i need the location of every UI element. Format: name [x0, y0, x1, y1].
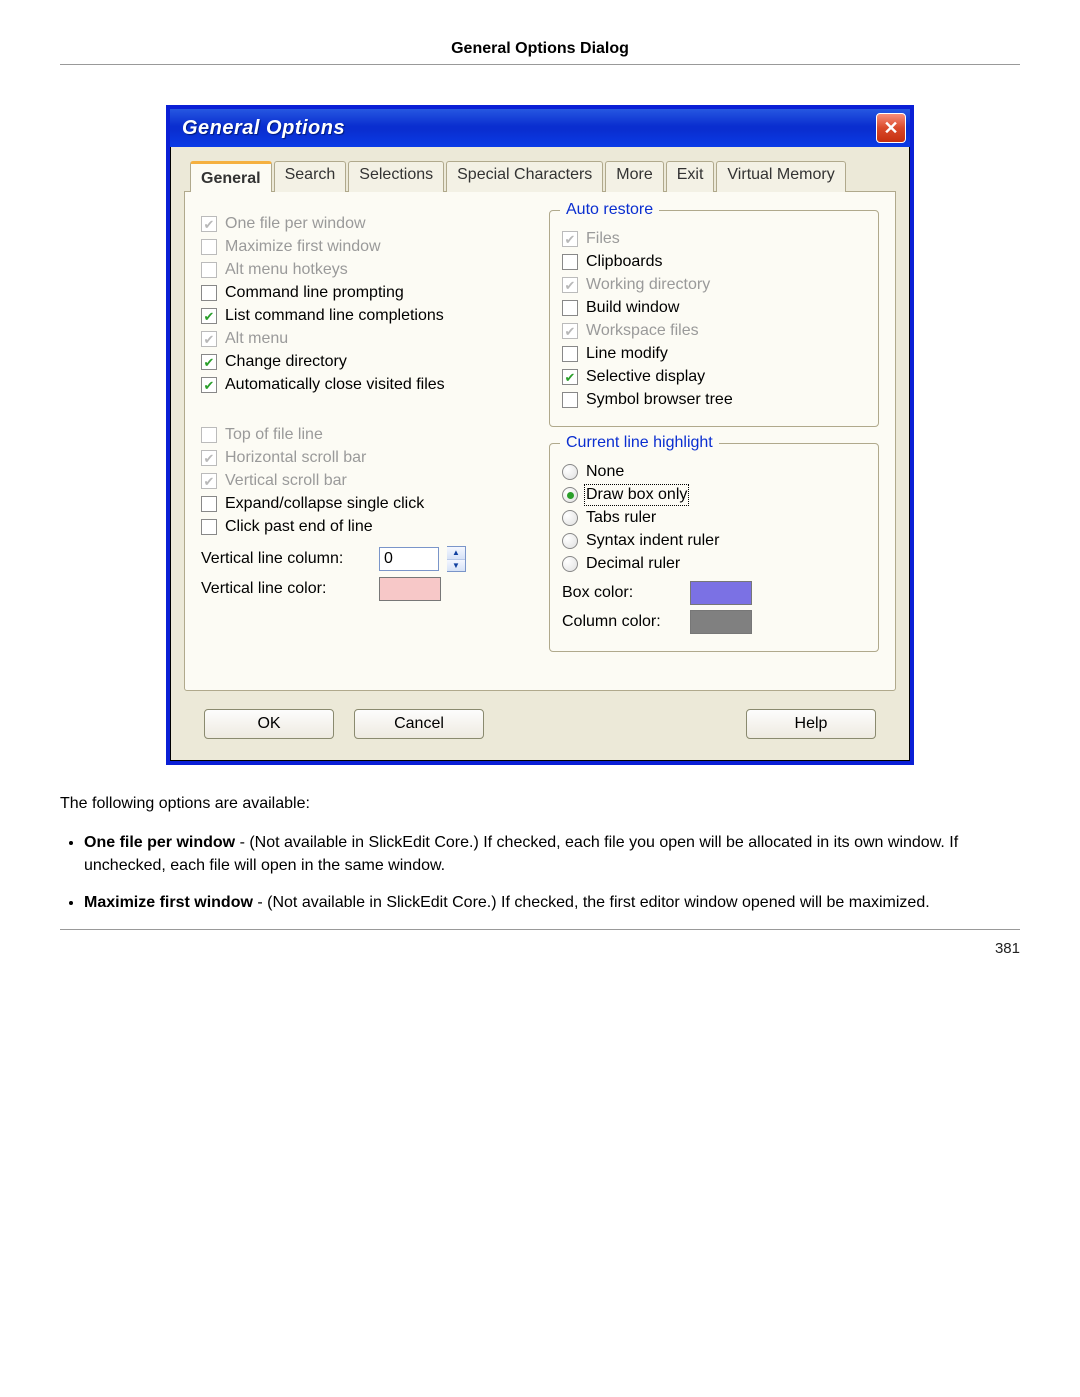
current-line-highlight-group: Current line highlight NoneDraw box only…	[549, 443, 879, 652]
expand-collapse-single-click-label: Expand/collapse single click	[225, 495, 424, 513]
footer-rule	[60, 929, 1020, 930]
titlebar: General Options ✕	[170, 109, 910, 147]
alt-menu-hotkeys-label: Alt menu hotkeys	[225, 261, 348, 279]
ok-button[interactable]: OK	[204, 709, 334, 739]
command-line-prompting-checkbox[interactable]	[201, 285, 217, 301]
vertical-line-column-label: Vertical line column:	[201, 550, 371, 568]
cancel-button[interactable]: Cancel	[354, 709, 484, 739]
radio-tabs-ruler[interactable]	[562, 510, 578, 526]
auto-restore-selective-display-label: Selective display	[586, 368, 705, 386]
auto-restore-working-directory-label: Working directory	[586, 276, 710, 294]
tab-panel-general: One file per window Maximize first window…	[184, 191, 896, 691]
dialog-buttons: OK Cancel Help	[184, 691, 896, 743]
maximize-first-window-checkbox	[201, 239, 217, 255]
radio-label-none: None	[586, 463, 624, 481]
page-title: General Options Dialog	[60, 40, 1020, 64]
auto-restore-working-directory-checkbox	[562, 277, 578, 293]
alt-menu-checkbox	[201, 331, 217, 347]
radio-draw-box-only[interactable]	[562, 487, 578, 503]
automatically-close-visited-files-label: Automatically close visited files	[225, 376, 445, 394]
close-icon: ✕	[883, 118, 898, 139]
radio-label-syntax-indent-ruler: Syntax indent ruler	[586, 532, 719, 550]
top-of-file-line-label: Top of file line	[225, 426, 323, 444]
auto-restore-files-label: Files	[586, 230, 620, 248]
tab-search[interactable]: Search	[274, 161, 347, 192]
options-bullets: One file per window - (Not available in …	[60, 831, 1020, 915]
auto-restore-build-window-checkbox[interactable]	[562, 300, 578, 316]
auto-restore-group: Auto restore FilesClipboardsWorking dire…	[549, 210, 879, 427]
one-file-per-window-checkbox	[201, 216, 217, 232]
tab-virtual-memory[interactable]: Virtual Memory	[716, 161, 845, 192]
tabstrip: GeneralSearchSelectionsSpecial Character…	[184, 161, 896, 192]
current-line-highlight-legend: Current line highlight	[560, 434, 719, 452]
dialog-title: General Options	[182, 117, 345, 140]
options-intro: The following options are available:	[60, 795, 1020, 813]
vertical-line-color-label: Vertical line color:	[201, 580, 371, 598]
alt-menu-label: Alt menu	[225, 330, 288, 348]
radio-label-draw-box-only: Draw box only	[586, 486, 687, 504]
radio-label-decimal-ruler: Decimal ruler	[586, 555, 680, 573]
close-button[interactable]: ✕	[876, 113, 906, 143]
auto-restore-line-modify-label: Line modify	[586, 345, 668, 363]
auto-restore-symbol-browser-tree-label: Symbol browser tree	[586, 391, 733, 409]
vertical-scroll-bar-checkbox	[201, 473, 217, 489]
tab-exit[interactable]: Exit	[666, 161, 715, 192]
auto-restore-line-modify-checkbox[interactable]	[562, 346, 578, 362]
expand-collapse-single-click-checkbox[interactable]	[201, 496, 217, 512]
change-directory-checkbox[interactable]	[201, 354, 217, 370]
alt-menu-hotkeys-checkbox	[201, 262, 217, 278]
column-color-swatch[interactable]	[690, 610, 752, 634]
auto-restore-clipboards-label: Clipboards	[586, 253, 662, 271]
list-command-line-completions-checkbox[interactable]	[201, 308, 217, 324]
click-past-end-of-line-label: Click past end of line	[225, 518, 373, 536]
bullet-maximize-first-window: Maximize first window - (Not available i…	[84, 891, 1020, 914]
maximize-first-window-label: Maximize first window	[225, 238, 381, 256]
tab-general[interactable]: General	[190, 161, 272, 192]
vertical-line-column-input[interactable]: 0	[379, 547, 439, 571]
auto-restore-symbol-browser-tree-checkbox[interactable]	[562, 392, 578, 408]
click-past-end-of-line-checkbox[interactable]	[201, 519, 217, 535]
box-color-swatch[interactable]	[690, 581, 752, 605]
tab-special-characters[interactable]: Special Characters	[446, 161, 603, 192]
horizontal-scroll-bar-checkbox	[201, 450, 217, 466]
vertical-line-column-spinner[interactable]: ▲ ▼	[447, 546, 466, 572]
automatically-close-visited-files-checkbox[interactable]	[201, 377, 217, 393]
auto-restore-selective-display-checkbox[interactable]	[562, 369, 578, 385]
spinner-down-icon[interactable]: ▼	[447, 560, 465, 572]
column-color-label: Column color:	[562, 613, 682, 631]
spinner-up-icon[interactable]: ▲	[447, 547, 465, 560]
auto-restore-files-checkbox	[562, 231, 578, 247]
page-number: 381	[60, 940, 1020, 957]
radio-none[interactable]	[562, 464, 578, 480]
auto-restore-legend: Auto restore	[560, 201, 659, 219]
auto-restore-clipboards-checkbox[interactable]	[562, 254, 578, 270]
general-options-dialog: General Options ✕ GeneralSearchSelection…	[166, 105, 914, 765]
bullet-one-file-per-window: One file per window - (Not available in …	[84, 831, 1020, 877]
auto-restore-build-window-label: Build window	[586, 299, 679, 317]
change-directory-label: Change directory	[225, 353, 347, 371]
tab-more[interactable]: More	[605, 161, 663, 192]
horizontal-scroll-bar-label: Horizontal scroll bar	[225, 449, 366, 467]
vertical-scroll-bar-label: Vertical scroll bar	[225, 472, 347, 490]
top-of-file-line-checkbox	[201, 427, 217, 443]
radio-syntax-indent-ruler[interactable]	[562, 533, 578, 549]
box-color-label: Box color:	[562, 584, 682, 602]
header-rule	[60, 64, 1020, 65]
tab-selections[interactable]: Selections	[348, 161, 444, 192]
command-line-prompting-label: Command line prompting	[225, 284, 404, 302]
auto-restore-workspace-files-checkbox	[562, 323, 578, 339]
radio-decimal-ruler[interactable]	[562, 556, 578, 572]
one-file-per-window-label: One file per window	[225, 215, 366, 233]
help-button[interactable]: Help	[746, 709, 876, 739]
list-command-line-completions-label: List command line completions	[225, 307, 444, 325]
auto-restore-workspace-files-label: Workspace files	[586, 322, 699, 340]
radio-label-tabs-ruler: Tabs ruler	[586, 509, 656, 527]
vertical-line-color-swatch[interactable]	[379, 577, 441, 601]
